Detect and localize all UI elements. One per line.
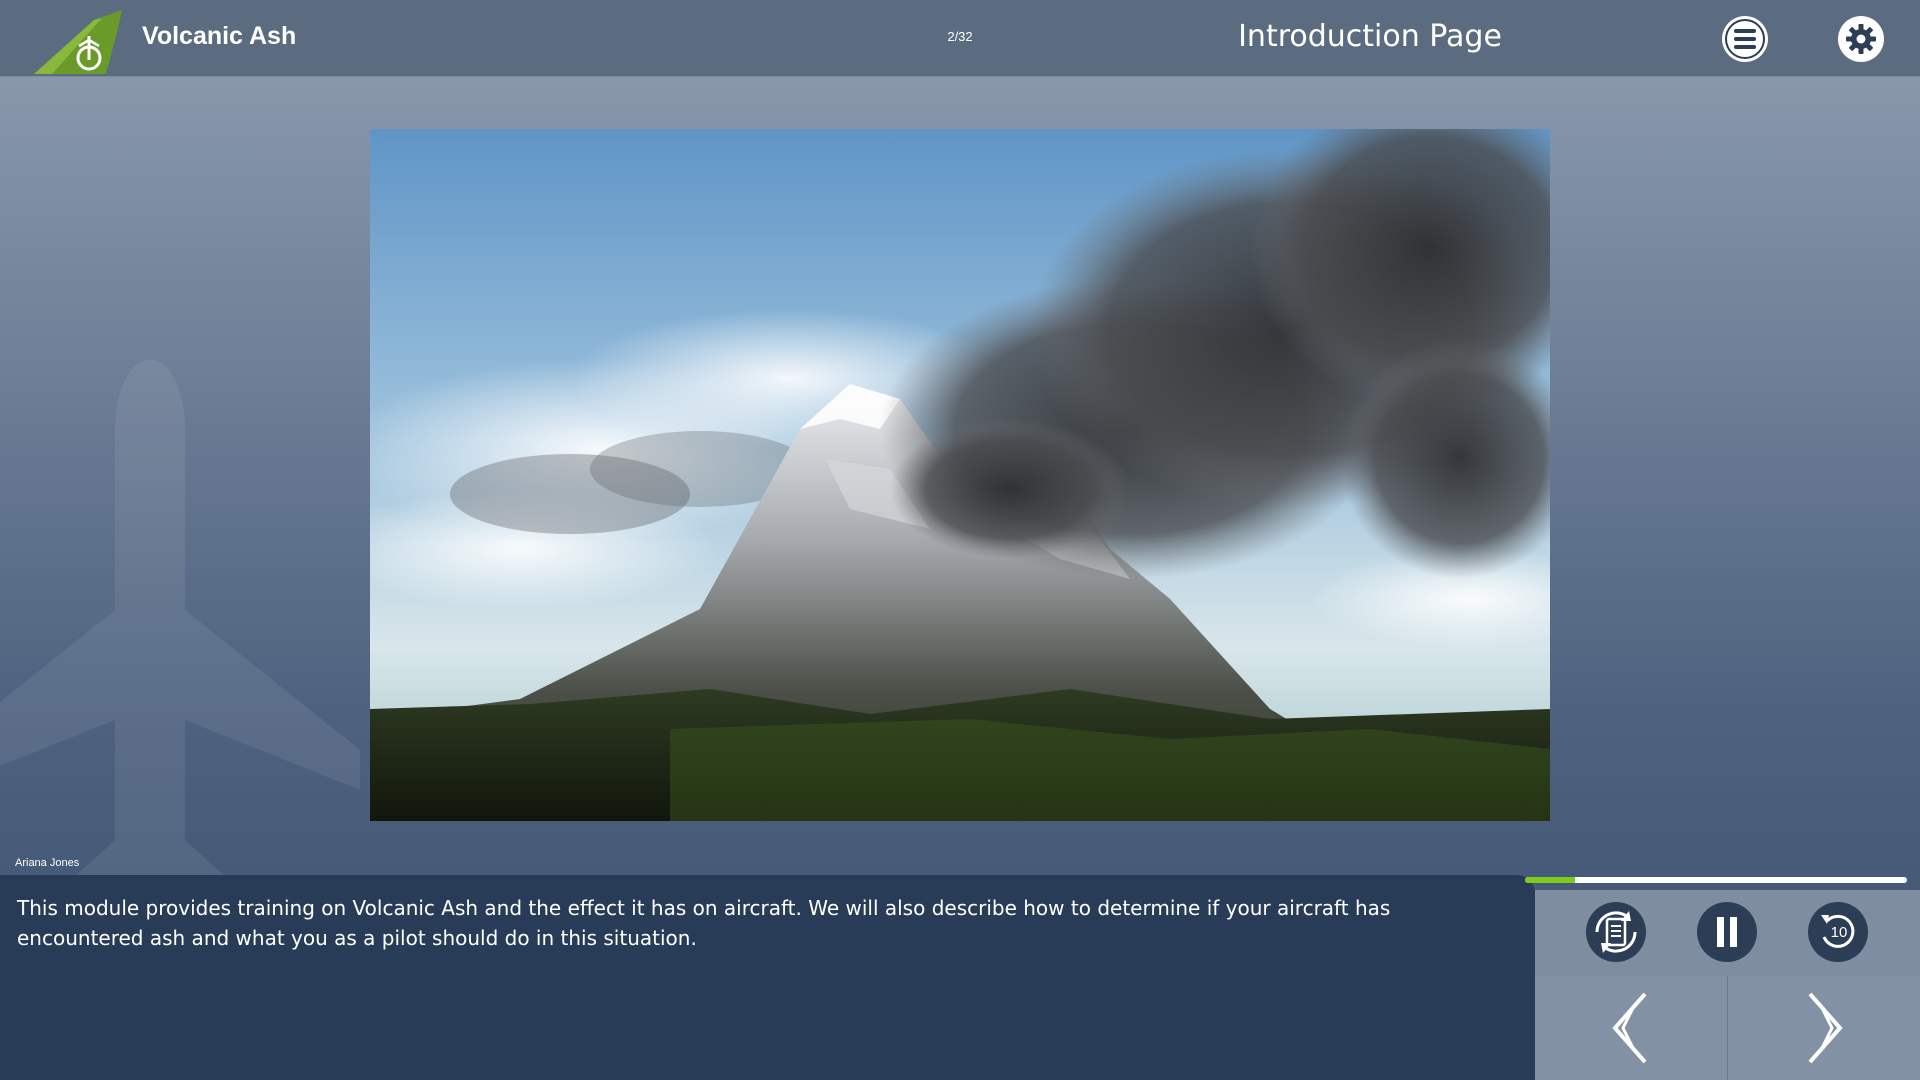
next-page-button[interactable] [1728, 976, 1920, 1080]
transcript-panel: This module provides training on Volcani… [0, 875, 1535, 1080]
pause-button[interactable] [1694, 899, 1760, 965]
svg-text:10: 10 [1831, 924, 1848, 941]
volcano-illustration [370, 129, 1550, 821]
settings-button[interactable] [1838, 16, 1884, 62]
previous-page-button[interactable] [1535, 976, 1727, 1080]
page-title: Introduction Page [1238, 19, 1502, 54]
hamburger-menu-icon [1723, 17, 1767, 61]
chevron-right-icon [1808, 992, 1843, 1064]
transcript-button[interactable] [1583, 899, 1649, 965]
tail-logo-icon [34, 10, 122, 74]
app-title: Volcanic Ash [142, 22, 297, 50]
audio-progress-bar[interactable] [1525, 877, 1907, 883]
speaker-name: Ariana Jones [15, 857, 80, 869]
menu-button[interactable] [1722, 16, 1768, 62]
pause-icon [1697, 902, 1757, 962]
volcano-image [370, 129, 1550, 821]
transcript-text: This module provides training on Volcani… [17, 896, 1391, 950]
audio-progress-fill [1525, 877, 1575, 883]
gear-icon [1839, 17, 1883, 61]
page-counter: 2/32 [947, 29, 973, 44]
top-bar: Volcanic Ash 2/32 Introduction Page [0, 0, 1920, 76]
chevron-left-icon [1612, 992, 1647, 1064]
replay-10-icon: 10 [1808, 902, 1868, 962]
transcript-refresh-icon [1586, 902, 1646, 962]
replay-10-button[interactable]: 10 [1805, 899, 1871, 965]
airplane-watermark-icon [0, 360, 360, 920]
